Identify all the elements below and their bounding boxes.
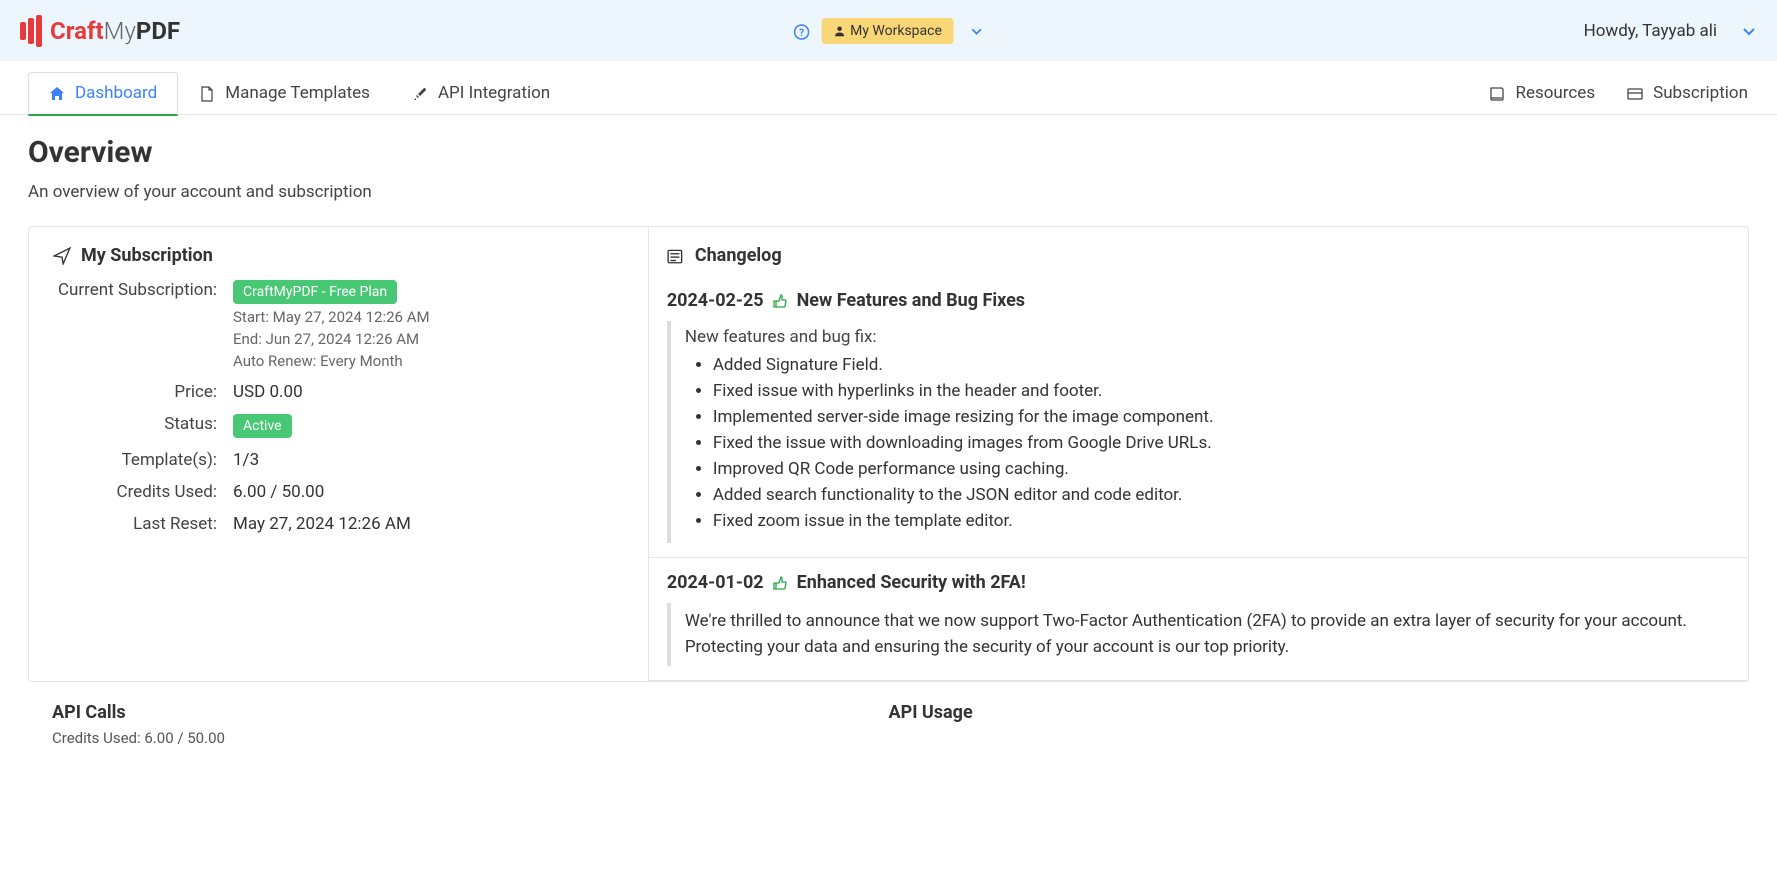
list-item: Fixed zoom issue in the template editor. xyxy=(713,511,1730,531)
tab-label: Dashboard xyxy=(75,83,157,103)
tab-subscription[interactable]: Subscription xyxy=(1626,71,1749,115)
tab-dashboard[interactable]: Dashboard xyxy=(28,72,178,116)
label-price: Price: xyxy=(53,382,233,402)
topbar: CraftMyPDF ? My Workspace Howdy, Tayyab … xyxy=(0,0,1777,61)
book-icon xyxy=(1489,83,1505,101)
plan-badge: CraftMyPDF - Free Plan xyxy=(233,280,397,304)
entry-para: We're thrilled to announce that we now s… xyxy=(685,609,1730,660)
greeting: Howdy, Tayyab ali xyxy=(1584,21,1717,41)
tabbar-right: Resources Subscription xyxy=(1488,61,1749,115)
tabbar: Dashboard Manage Templates API Integrati… xyxy=(0,61,1777,115)
logo-text-pdf: PDF xyxy=(136,17,180,45)
content: Overview An overview of your account and… xyxy=(0,115,1777,767)
tab-label: Resources xyxy=(1515,83,1595,103)
changelog-card: Changelog 2024-02-25 New Features and Bu… xyxy=(648,227,1748,681)
entry-block: New features and bug fix: Added Signatur… xyxy=(667,321,1730,543)
workspace-label: My Workspace xyxy=(850,23,942,39)
label-current: Current Subscription: xyxy=(53,280,233,370)
changelog-entry: 2024-01-02 Enhanced Security with 2FA! W… xyxy=(649,558,1748,681)
file-icon xyxy=(199,83,215,101)
page-title: Overview xyxy=(28,135,1749,170)
cards-row: My Subscription Current Subscription: Cr… xyxy=(28,226,1749,682)
changelog-entry: 2024-02-25 New Features and Bug Fixes Ne… xyxy=(649,276,1748,558)
home-icon xyxy=(49,84,65,102)
logo[interactable]: CraftMyPDF xyxy=(20,15,180,47)
chevron-down-icon[interactable] xyxy=(970,23,984,39)
row-credits: Credits Used: 6.00 / 50.00 xyxy=(53,482,624,502)
tab-label: Subscription xyxy=(1653,83,1748,103)
label-status: Status: xyxy=(53,414,233,438)
tab-api[interactable]: API Integration xyxy=(391,71,571,115)
card-icon xyxy=(1627,83,1643,101)
label-templates: Template(s): xyxy=(53,450,233,470)
user-icon xyxy=(833,25,845,37)
changelog-body[interactable]: 2024-02-25 New Features and Bug Fixes Ne… xyxy=(649,276,1748,681)
row-current: Current Subscription: CraftMyPDF - Free … xyxy=(53,280,624,370)
subscription-title: My Subscription xyxy=(53,245,624,266)
value-credits: 6.00 / 50.00 xyxy=(233,482,324,502)
logo-text-my: My xyxy=(104,17,136,45)
api-calls-col: API Calls Credits Used: 6.00 / 50.00 xyxy=(52,702,889,747)
entry-list: Added Signature Field. Fixed issue with … xyxy=(685,355,1730,531)
topbar-center: ? My Workspace xyxy=(793,18,984,44)
logo-icon xyxy=(20,15,44,47)
send-icon xyxy=(53,245,71,266)
tab-label: API Integration xyxy=(438,83,550,103)
plan-end: End: Jun 27, 2024 12:26 AM xyxy=(233,330,430,348)
logo-text-craft: Craft xyxy=(50,17,104,45)
row-templates: Template(s): 1/3 xyxy=(53,450,624,470)
entry-head: 2024-02-25 New Features and Bug Fixes xyxy=(667,290,1730,311)
api-calls-title: API Calls xyxy=(52,702,889,723)
api-usage-col: API Usage xyxy=(889,702,1726,747)
list-item: Fixed the issue with downloading images … xyxy=(713,433,1730,453)
list-item: Added search functionality to the JSON e… xyxy=(713,485,1730,505)
subscription-card: My Subscription Current Subscription: Cr… xyxy=(29,227,648,681)
changelog-title: Changelog xyxy=(649,227,1748,276)
value-templates: 1/3 xyxy=(233,450,259,470)
list-item: Improved QR Code performance using cachi… xyxy=(713,459,1730,479)
list-item: Implemented server-side image resizing f… xyxy=(713,407,1730,427)
label-reset: Last Reset: xyxy=(53,514,233,534)
value-current: CraftMyPDF - Free Plan Start: May 27, 20… xyxy=(233,280,430,370)
api-usage-title: API Usage xyxy=(889,702,1726,723)
help-icon[interactable]: ? xyxy=(793,21,809,40)
entry-block: We're thrilled to announce that we now s… xyxy=(667,603,1730,666)
row-price: Price: USD 0.00 xyxy=(53,382,624,402)
list-item: Fixed issue with hyperlinks in the heade… xyxy=(713,381,1730,401)
thumbs-up-icon xyxy=(772,290,792,311)
row-reset: Last Reset: May 27, 2024 12:26 AM xyxy=(53,514,624,534)
page-subtitle: An overview of your account and subscrip… xyxy=(28,182,1749,202)
plan-start: Start: May 27, 2024 12:26 AM xyxy=(233,308,430,326)
tab-label: Manage Templates xyxy=(225,83,370,103)
news-icon xyxy=(667,245,685,266)
row-status: Status: Active xyxy=(53,414,624,438)
value-status: Active xyxy=(233,414,292,438)
bottom-row: API Calls Credits Used: 6.00 / 50.00 API… xyxy=(28,682,1749,747)
topbar-right: Howdy, Tayyab ali xyxy=(1584,21,1757,41)
rocket-icon xyxy=(412,83,428,101)
value-reset: May 27, 2024 12:26 AM xyxy=(233,514,411,534)
chevron-down-icon[interactable] xyxy=(1741,22,1757,38)
workspace-badge[interactable]: My Workspace xyxy=(821,18,954,44)
thumbs-up-icon xyxy=(772,572,792,593)
status-badge: Active xyxy=(233,414,292,438)
entry-head: 2024-01-02 Enhanced Security with 2FA! xyxy=(667,572,1730,593)
list-item: Added Signature Field. xyxy=(713,355,1730,375)
tab-templates[interactable]: Manage Templates xyxy=(178,71,391,115)
value-price: USD 0.00 xyxy=(233,382,303,402)
tab-resources[interactable]: Resources xyxy=(1488,71,1596,115)
label-credits: Credits Used: xyxy=(53,482,233,502)
svg-text:?: ? xyxy=(799,28,804,39)
entry-intro: New features and bug fix: xyxy=(685,327,1730,347)
credits-used-sub: Credits Used: 6.00 / 50.00 xyxy=(52,729,889,747)
plan-renew: Auto Renew: Every Month xyxy=(233,352,430,370)
